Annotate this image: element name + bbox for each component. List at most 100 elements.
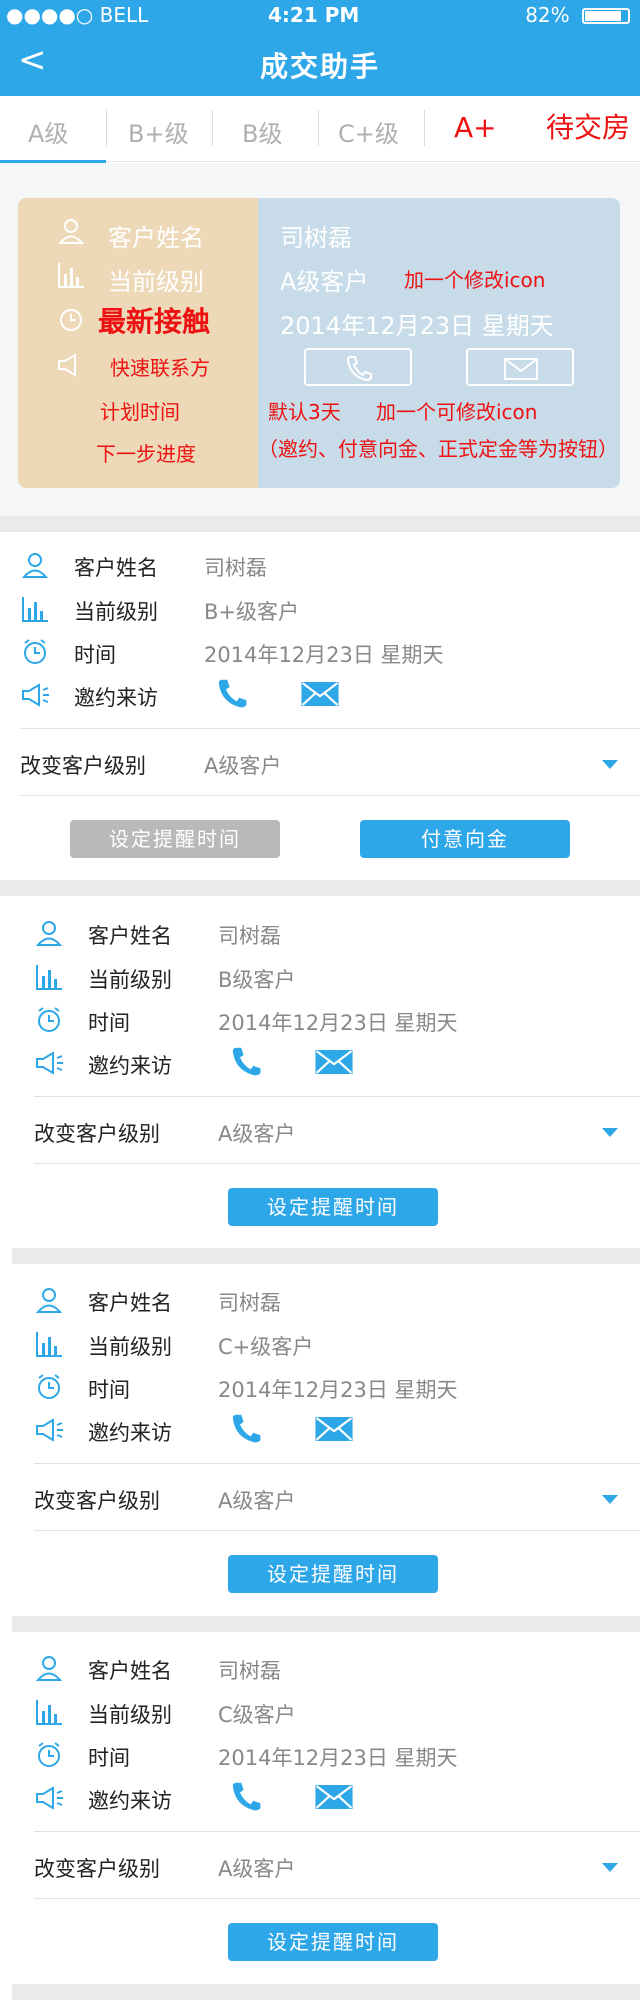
tab-b-plus[interactable]: B+级 — [128, 114, 189, 149]
level-label: 当前级别 — [74, 600, 158, 624]
level-value: B级客户 — [218, 968, 296, 992]
mockup-call-button[interactable] — [304, 348, 412, 386]
set-reminder-button[interactable]: 设定提醒时间 — [70, 820, 280, 858]
row-divider — [34, 1898, 640, 1899]
tab-c-plus[interactable]: C+级 — [338, 114, 399, 149]
mockup-level-label: 当前级别 — [108, 268, 204, 296]
change-level-select[interactable]: A级客户 — [218, 1853, 295, 1883]
visit-label: 邀约来访 — [88, 1789, 172, 1813]
user-icon — [21, 553, 49, 578]
nav-bar: < 成交助手 — [0, 30, 640, 96]
tab-a-plus[interactable]: A+ — [454, 111, 497, 144]
megaphone-icon — [36, 1051, 63, 1075]
chevron-down-icon[interactable] — [602, 1128, 618, 1137]
change-level-label: 改变客户级别 — [20, 754, 146, 778]
mail-icon — [504, 358, 538, 380]
set-reminder-button[interactable]: 设定提醒时间 — [228, 1188, 438, 1226]
alarm-clock-icon — [38, 1007, 60, 1032]
note-plan-time: 计划时间 — [100, 400, 180, 424]
mockup-name-value: 司树磊 — [280, 224, 352, 252]
mail-icon[interactable] — [314, 1785, 354, 1809]
page-title: 成交助手 — [259, 50, 380, 83]
battery-percent: 82% — [525, 3, 570, 27]
time-value: 2014年12月23日 星期天 — [218, 1378, 458, 1402]
chevron-down-icon[interactable] — [602, 760, 618, 769]
visit-label: 邀约来访 — [74, 686, 158, 710]
bar-chart-icon — [58, 263, 84, 288]
phone-icon[interactable] — [228, 1411, 264, 1445]
phone-icon[interactable] — [228, 1779, 264, 1813]
change-level-select[interactable]: A级客户 — [204, 750, 281, 780]
name-value: 司树磊 — [218, 1291, 281, 1315]
user-icon — [35, 1288, 63, 1313]
user-icon — [35, 921, 63, 946]
mockup-quick-contact-note: 快速联系方 — [110, 356, 210, 380]
level-tabs: A级 B+级 B级 C+级 A+ 待交房 — [0, 96, 640, 162]
tab-divider — [106, 110, 107, 146]
mail-icon[interactable] — [300, 682, 340, 706]
bar-chart-icon — [36, 965, 62, 990]
note-next-step: 下一步进度 — [96, 442, 196, 466]
row-divider — [34, 1096, 640, 1097]
tab-b[interactable]: B级 — [242, 114, 282, 149]
bar-chart-icon — [36, 1700, 62, 1725]
row-divider — [34, 1831, 640, 1832]
row-divider — [34, 1530, 640, 1531]
level-label: 当前级别 — [88, 1335, 172, 1359]
level-value: C+级客户 — [218, 1335, 314, 1359]
design-mockup: 客户姓名 当前级别 最新接触 快速联系方 计划时间 下一步进度 司树磊 A级客户… — [18, 198, 620, 488]
phone-icon — [346, 356, 372, 382]
time-label: 时间 — [88, 1378, 130, 1402]
row-divider — [34, 1463, 640, 1464]
alarm-clock-icon — [38, 1374, 60, 1399]
bar-chart-icon — [36, 1332, 62, 1357]
mail-icon[interactable] — [314, 1050, 354, 1074]
name-value: 司树磊 — [204, 556, 267, 580]
user-icon — [35, 1656, 63, 1681]
mockup-latest-contact-label: 最新接触 — [98, 305, 211, 338]
tab-divider — [318, 110, 319, 146]
name-label: 客户姓名 — [74, 556, 158, 580]
tab-pending-handover[interactable]: 待交房 — [546, 106, 630, 146]
megaphone-icon — [36, 1786, 63, 1810]
time-value: 2014年12月23日 星期天 — [204, 643, 444, 667]
mockup-mail-button[interactable] — [466, 348, 574, 386]
megaphone-icon — [58, 353, 76, 377]
megaphone-icon — [36, 1418, 63, 1442]
mockup-name-label: 客户姓名 — [108, 224, 204, 252]
row-divider — [20, 728, 640, 729]
change-level-label: 改变客户级别 — [34, 1489, 160, 1513]
battery-icon — [582, 8, 630, 24]
chevron-down-icon[interactable] — [602, 1863, 618, 1872]
name-label: 客户姓名 — [88, 924, 172, 948]
pay-deposit-button[interactable]: 付意向金 — [360, 820, 570, 858]
battery-indicator: 82% — [525, 3, 630, 27]
row-divider — [34, 1163, 640, 1164]
time-value: 2014年12月23日 星期天 — [218, 1746, 458, 1770]
change-level-label: 改变客户级别 — [34, 1122, 160, 1146]
name-value: 司树磊 — [218, 1659, 281, 1683]
mail-icon[interactable] — [314, 1417, 354, 1441]
bar-chart-icon — [22, 597, 48, 622]
status-bar: ●●●●○ BELL 4:21 PM 82% — [0, 0, 640, 30]
alarm-clock-icon — [60, 309, 82, 331]
time-value: 2014年12月23日 星期天 — [218, 1011, 458, 1035]
section-divider — [12, 1248, 640, 1264]
carrier-label: ●●●●○ BELL — [6, 3, 149, 27]
level-value: C级客户 — [218, 1703, 296, 1727]
set-reminder-button[interactable]: 设定提醒时间 — [228, 1923, 438, 1961]
change-level-select[interactable]: A级客户 — [218, 1485, 295, 1515]
name-label: 客户姓名 — [88, 1659, 172, 1683]
alarm-clock-icon — [24, 639, 46, 664]
section-divider — [0, 516, 640, 532]
mockup-level-value: A级客户 — [280, 268, 369, 296]
phone-icon[interactable] — [214, 676, 250, 710]
name-value: 司树磊 — [218, 924, 281, 948]
phone-icon[interactable] — [228, 1044, 264, 1078]
time-label: 时间 — [88, 1011, 130, 1035]
tab-a[interactable]: A级 — [28, 114, 68, 149]
visit-label: 邀约来访 — [88, 1421, 172, 1445]
change-level-select[interactable]: A级客户 — [218, 1118, 295, 1148]
chevron-down-icon[interactable] — [602, 1495, 618, 1504]
set-reminder-button[interactable]: 设定提醒时间 — [228, 1555, 438, 1593]
